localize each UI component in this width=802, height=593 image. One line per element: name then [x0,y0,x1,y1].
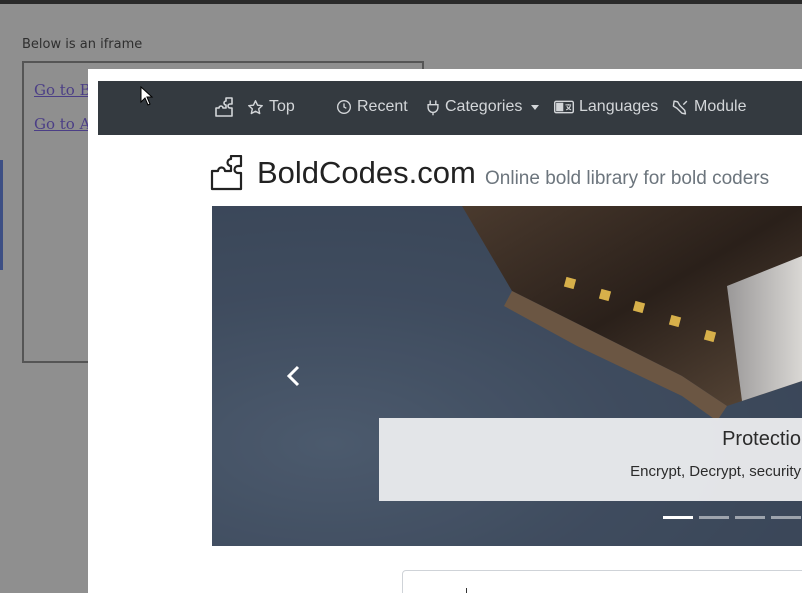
nav-top[interactable]: Top [247,98,295,116]
iframe-caption: Below is an iframe [22,37,143,52]
nav-module-label: Module [694,98,747,115]
carousel-indicators [663,516,801,519]
nav-languages-label: Languages [579,98,659,115]
carousel-indicator-3[interactable] [735,516,765,519]
navbar: Top Recent Categories Languages Module [98,81,802,135]
content-card-mark [466,588,467,593]
nav-recent-label: Recent [357,98,408,115]
carousel-caption-title: Protectio [722,428,801,450]
plugin-icon [672,99,688,115]
nav-top-label: Top [269,98,295,115]
chevron-down-icon [531,104,540,110]
nav-module[interactable]: Module [672,98,746,116]
carousel-indicator-1[interactable] [663,516,693,519]
carousel-prev-icon[interactable] [284,364,304,388]
carousel-indicator-2[interactable] [699,516,729,519]
content-card [402,570,802,593]
carousel-caption: Protectio Encrypt, Decrypt, security [379,418,802,501]
nav-categories-label: Categories [445,98,523,115]
nav-recent[interactable]: Recent [336,98,408,116]
site-name[interactable]: BoldCodes.com [257,155,476,191]
carousel-indicator-4[interactable] [771,516,801,519]
nav-languages[interactable]: Languages [554,98,658,116]
carousel-caption-text: Encrypt, Decrypt, security [630,463,801,480]
language-icon [554,100,574,114]
site-tagline: Online bold library for bold coders [485,168,770,189]
mouse-cursor-icon [140,86,154,106]
star-icon [248,99,263,114]
carousel: Protectio Encrypt, Decrypt, security [212,206,802,546]
left-edge-bar [0,160,3,270]
puzzle-icon[interactable] [212,96,236,120]
puzzle-logo-icon [210,155,243,191]
modal-window: Top Recent Categories Languages Module B… [88,69,802,593]
plug-icon [427,100,439,115]
nav-categories[interactable]: Categories [426,98,540,116]
clock-icon [337,100,351,114]
